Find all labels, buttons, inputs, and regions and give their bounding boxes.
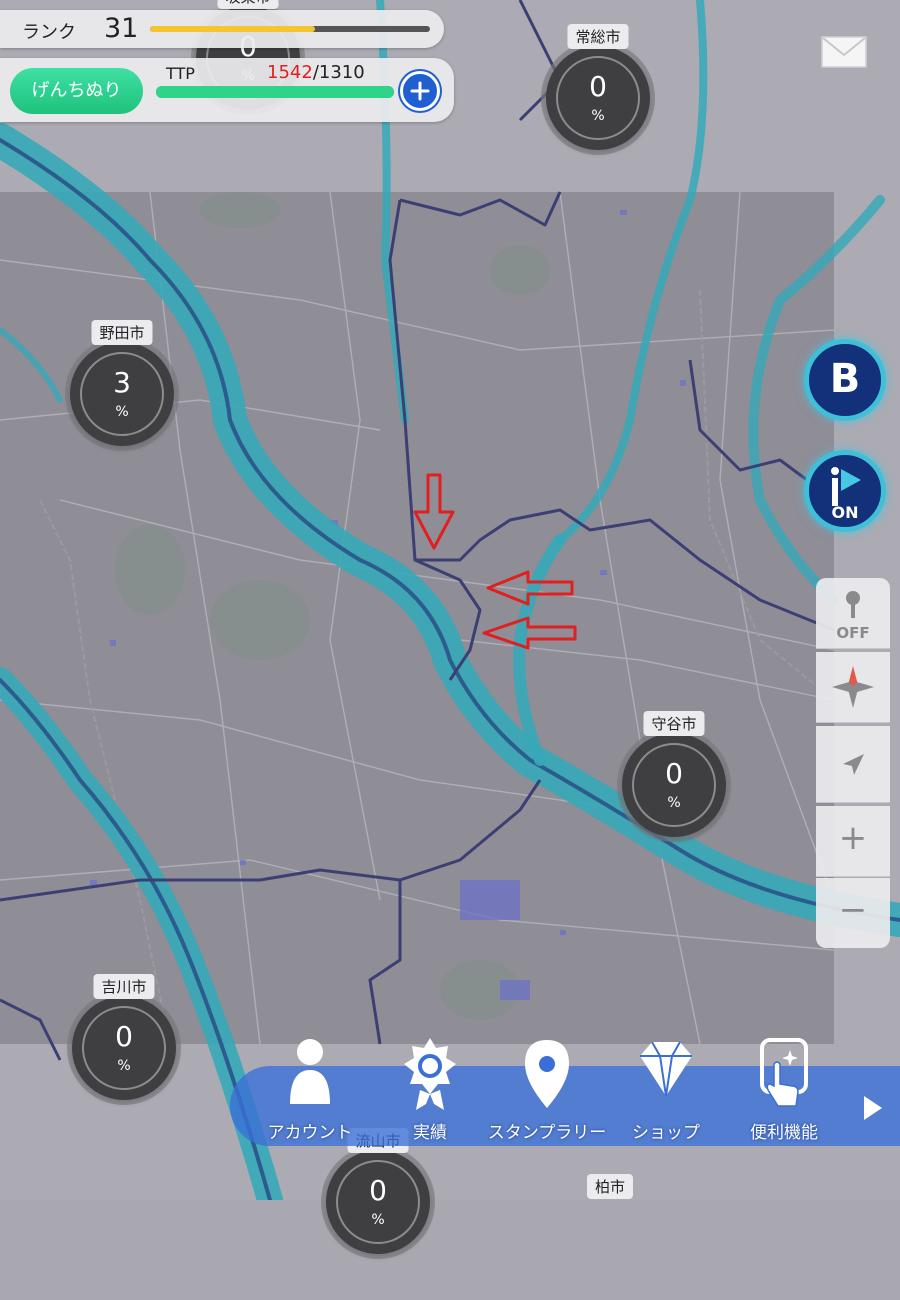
nav-achievements-label: 実績 xyxy=(413,1123,447,1143)
city-name: 常総市 xyxy=(567,24,629,49)
nav-shop-label: ショップ xyxy=(632,1123,700,1143)
city-percent-unit: % xyxy=(667,795,681,811)
city-badge-noda[interactable]: 野田市 3 % xyxy=(70,320,174,446)
nav-stamp-rally[interactable]: スタンプラリー xyxy=(487,1034,607,1143)
city-percent-value: 0 xyxy=(589,70,607,103)
ttp-total: /1310 xyxy=(312,62,365,83)
zoom-out-button[interactable]: − xyxy=(816,878,890,948)
location-off-label: OFF xyxy=(836,624,870,642)
medal-icon xyxy=(404,1038,456,1110)
info-on-label: ON xyxy=(831,503,859,522)
ttp-progress-track xyxy=(156,86,394,98)
city-name: 守谷市 xyxy=(643,711,705,736)
city-badge-yoshikawa[interactable]: 吉川市 0 % xyxy=(72,974,176,1100)
add-ttp-button[interactable] xyxy=(400,71,440,111)
locate-me-button[interactable] xyxy=(816,726,890,803)
navigation-arrow-icon xyxy=(843,754,864,775)
b-button[interactable]: B xyxy=(804,339,886,421)
city-percent-unit: % xyxy=(371,1212,385,1228)
rank-panel: ランク 31 xyxy=(0,10,444,48)
nav-account-label: アカウント xyxy=(267,1123,353,1143)
b-label: B xyxy=(829,356,861,402)
nav-next-button[interactable] xyxy=(852,1090,888,1126)
city-percent-value: 3 xyxy=(113,366,131,399)
ttp-label: TTP xyxy=(166,64,195,83)
zoom-in-button[interactable]: + xyxy=(816,806,890,877)
rank-label: ランク xyxy=(22,22,76,43)
city-badge-moriya[interactable]: 守谷市 0 % xyxy=(622,711,726,837)
genchi-nuri-button[interactable]: げんちぬり xyxy=(10,68,143,114)
mail-button[interactable] xyxy=(820,34,868,70)
city-badge-joso[interactable]: 常総市 0 % xyxy=(546,24,650,150)
compass-icon xyxy=(832,666,874,708)
ttp-progress-fill xyxy=(156,86,394,98)
city-percent-value: 0 xyxy=(665,757,683,790)
person-icon xyxy=(290,1039,330,1104)
nav-stamp-rally-label: スタンプラリー xyxy=(487,1123,607,1143)
ttp-panel: げんちぬり TTP 1542/1310 xyxy=(0,58,454,122)
city-percent-unit: % xyxy=(117,1058,131,1074)
city-name: 坂東市 xyxy=(217,0,279,9)
city-percent-unit: % xyxy=(591,108,605,124)
compass-button[interactable] xyxy=(816,652,890,723)
city-percent-value: 0 xyxy=(115,1020,133,1053)
city-percent-value: 0 xyxy=(369,1174,387,1207)
map-pin-icon xyxy=(525,1040,569,1108)
rank-progress-track xyxy=(150,26,430,32)
rank-value: 31 xyxy=(104,13,139,44)
nav-utilities[interactable]: 便利機能 xyxy=(724,1034,844,1143)
play-arrow-icon xyxy=(864,1096,882,1120)
plus-icon xyxy=(410,81,430,101)
city-badge-nagareyama[interactable]: 流山市 0 % xyxy=(326,1128,430,1254)
diamond-icon xyxy=(640,1041,692,1097)
city-percent-unit: % xyxy=(115,404,129,420)
city-name: 吉川市 xyxy=(93,974,155,999)
pin-icon xyxy=(846,591,860,618)
city-name: 柏市 xyxy=(586,1174,634,1199)
zoom-out-label: − xyxy=(838,890,868,930)
mail-icon xyxy=(821,36,867,68)
city-badge-kashiwa[interactable]: 柏市 xyxy=(558,1174,662,1300)
info-flag-toggle-button[interactable]: ON xyxy=(804,450,886,532)
nav-utilities-label: 便利機能 xyxy=(750,1123,818,1143)
ttp-current: 1542 xyxy=(267,62,313,83)
city-name: 野田市 xyxy=(91,320,153,345)
nav-account[interactable]: アカウント xyxy=(250,1034,370,1143)
location-off-button[interactable]: OFF xyxy=(816,578,890,649)
rank-progress-fill xyxy=(150,26,315,32)
touch-sparkle-icon xyxy=(760,1038,808,1107)
nav-shop[interactable]: ショップ xyxy=(606,1034,726,1143)
nav-achievements[interactable]: 実績 xyxy=(370,1034,490,1143)
zoom-in-label: + xyxy=(838,818,868,858)
